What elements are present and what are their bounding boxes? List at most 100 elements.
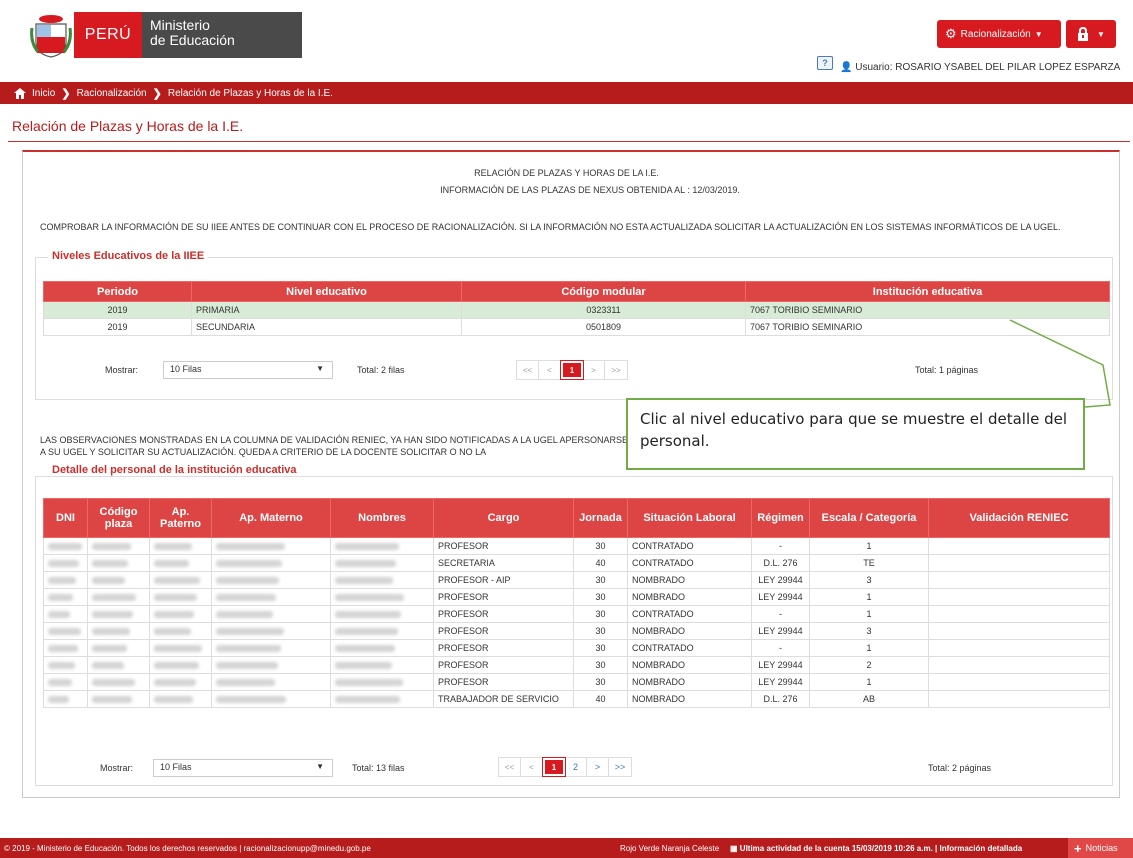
col-regimen[interactable]: Régimen [751,498,810,538]
table-row[interactable]: TRABAJADOR DE SERVICIO 40 NOMBRADO D.L. 276… [43,690,1110,708]
table-row[interactable]: PROFESOR 30 NOMBRADO LEY 29944 1 [43,673,1110,691]
redacted-bar [335,696,400,704]
niveles-pagination: << < 1 > >> [516,360,628,380]
home-icon[interactable] [14,87,26,99]
page-2[interactable]: 2 [565,758,587,776]
redacted-bar [48,594,73,602]
table-row[interactable]: PROFESOR 30 CONTRATADO -1 [43,605,1110,623]
reniec-cell [928,690,1110,708]
redacted-cell [330,656,434,674]
col-jornada[interactable]: Jornada [573,498,628,538]
col-ap-materno[interactable]: Ap. Materno [211,498,331,538]
mostrar-label: Mostrar: [100,763,134,773]
redacted-cell [211,537,331,555]
redacted-bar [92,594,136,602]
reniec-cell [928,605,1110,623]
page-first[interactable]: << [517,361,539,379]
col-escala[interactable]: Escala / Categoría [809,498,929,538]
select-arrow-icon: ▼ [316,364,324,373]
minedu-logo[interactable]: PERÚ Ministerio de Educación [74,12,302,58]
page-1[interactable]: 1 [560,360,584,380]
page-first[interactable]: << [499,758,521,776]
table-row[interactable]: 2019 PRIMARIA 0323311 7067 TORIBIO SEMIN… [43,301,1110,319]
redacted-bar [335,645,395,653]
footer-theme-links[interactable]: Rojo Verde Naranja Celeste [620,844,719,853]
logo-ministry: Ministerio de Educación [142,12,302,58]
redacted-cell [211,588,331,606]
breadcrumb-inicio[interactable]: Inicio [32,88,55,99]
app-header: PERÚ Ministerio de Educación ⚙ Racionali… [0,0,1133,82]
page-next[interactable]: > [583,361,605,379]
redacted-bar [216,577,279,585]
redacted-cell [211,605,331,623]
col-codigo-plaza[interactable]: Código plaza [87,498,150,538]
col-reniec[interactable]: Validación RENIEC [928,498,1110,538]
reniec-cell [928,639,1110,657]
niveles-table: Periodo Nivel educativo Código modular I… [43,281,1110,336]
col-institucion[interactable]: Institución educativa [745,281,1110,302]
coat-of-arms-icon [30,15,72,58]
personal-rows-select[interactable]: 10 Filas ▼ [153,759,333,777]
table-row[interactable]: PROFESOR 30 CONTRATADO -1 [43,537,1110,555]
redacted-bar [335,662,392,670]
col-ap-paterno[interactable]: Ap. Paterno [149,498,212,538]
report-notice: COMPROBAR LA INFORMACIÓN DE SU IIEE ANTE… [40,222,1061,232]
table-row[interactable]: PROFESOR 30 NOMBRADO LEY 29944 3 [43,622,1110,640]
session-menu-button[interactable]: ▼ [1066,20,1116,48]
redacted-cell [211,571,331,589]
page-last[interactable]: >> [609,758,631,776]
table-row[interactable]: PROFESOR 30 NOMBRADO LEY 29944 2 [43,656,1110,674]
redacted-cell [43,605,88,623]
redacted-bar [154,696,193,704]
redacted-cell [330,690,434,708]
redacted-cell [211,673,331,691]
redacted-bar [92,543,131,551]
personal-table: DNI Código plaza Ap. Paterno Ap. Materno… [43,498,1110,708]
lock-icon [1078,27,1089,41]
help-icon[interactable]: ? [817,56,833,70]
breadcrumb-racionalizacion[interactable]: Racionalización [77,88,147,99]
col-situacion[interactable]: Situación Laboral [627,498,752,538]
col-cargo[interactable]: Cargo [433,498,574,538]
table-row[interactable]: SECRETARIA 40 CONTRATADO D.L. 276 TE [43,554,1110,572]
niveles-rows-select[interactable]: 10 Filas ▼ [163,361,333,379]
redacted-bar [48,577,76,585]
redacted-bar [216,696,286,704]
page-prev[interactable]: < [539,361,561,379]
col-periodo[interactable]: Periodo [43,281,192,302]
table-row[interactable]: 2019 SECUNDARIA 0501809 7067 TORIBIO SEM… [43,318,1110,336]
redacted-cell [87,571,150,589]
page-1[interactable]: 1 [542,757,566,777]
col-dni[interactable]: DNI [43,498,88,538]
news-button[interactable]: + Noticias [1068,838,1133,858]
redacted-cell [330,639,434,657]
reniec-cell [928,554,1110,572]
reniec-cell [928,673,1110,691]
table-row[interactable]: PROFESOR 30 NOMBRADO LEY 29944 1 [43,588,1110,606]
col-nombres[interactable]: Nombres [330,498,434,538]
redacted-cell [149,554,212,572]
redacted-bar [216,611,273,619]
personal-pagination: << < 1 2 > >> [498,757,632,777]
racionalizacion-menu-button[interactable]: ⚙ Racionalización ▼ [937,20,1061,48]
report-title: RELACIÓN DE PLAZAS Y HORAS DE LA I.E. [474,168,659,178]
page-prev[interactable]: < [521,758,543,776]
footer-last-activity: ▦ Ultima actividad de la cuenta 15/03/20… [730,843,1023,853]
table-row[interactable]: PROFESOR - AIP 30 NOMBRADO LEY 29944 3 [43,571,1110,589]
redacted-bar [154,560,189,568]
redacted-cell [87,537,150,555]
redacted-bar [216,628,284,636]
callout-annotation: Clic al nivel educativo para que se mues… [626,398,1085,470]
reniec-cell [928,622,1110,640]
redacted-bar [335,560,396,568]
col-codigo[interactable]: Código modular [461,281,746,302]
redacted-cell [330,537,434,555]
redacted-bar [92,645,127,653]
redacted-cell [43,673,88,691]
page-next[interactable]: > [587,758,609,776]
table-row[interactable]: PROFESOR 30 CONTRATADO -1 [43,639,1110,657]
page-last[interactable]: >> [605,361,627,379]
redacted-cell [211,656,331,674]
redacted-cell [149,656,212,674]
col-nivel[interactable]: Nivel educativo [191,281,462,302]
